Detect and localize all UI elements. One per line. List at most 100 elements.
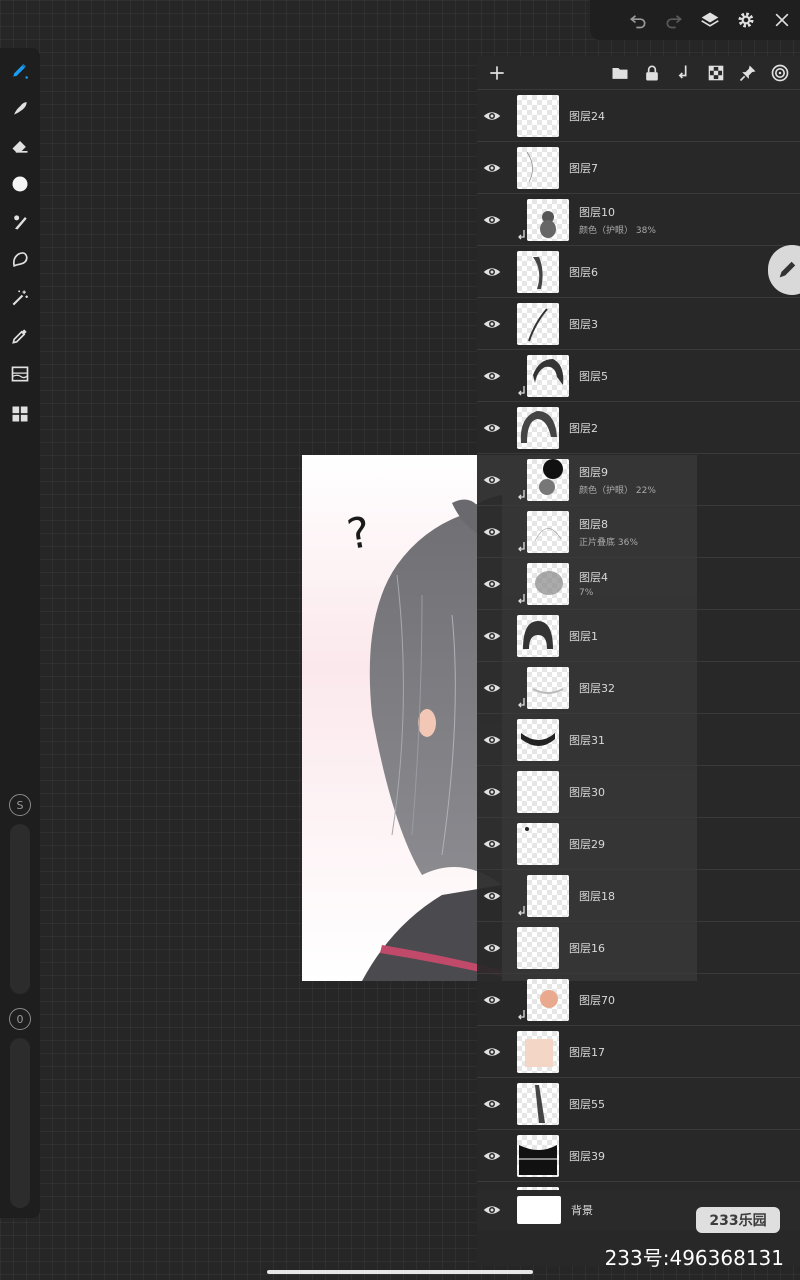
eye-icon: [483, 475, 501, 484]
undo-button[interactable]: [620, 0, 656, 40]
visibility-toggle[interactable]: [477, 107, 507, 125]
layer-thumbnail[interactable]: [517, 94, 559, 137]
layer-thumbnail[interactable]: [517, 1030, 559, 1073]
smudge-tool[interactable]: [8, 96, 32, 120]
layer-row[interactable]: 图层32: [477, 662, 800, 714]
visibility-toggle[interactable]: [477, 419, 507, 437]
visibility-toggle[interactable]: [477, 627, 507, 645]
layer-thumbnail[interactable]: [517, 614, 559, 657]
layer-row[interactable]: 图层9 颜色（护眼） 22%: [477, 454, 800, 506]
layer-row[interactable]: 图层39: [477, 1130, 800, 1182]
visibility-toggle[interactable]: [477, 159, 507, 177]
eyedropper-tool[interactable]: [8, 324, 32, 348]
visibility-toggle[interactable]: [477, 1095, 507, 1113]
layer-row[interactable]: 图层24: [477, 90, 800, 142]
gallery-tool[interactable]: [8, 402, 32, 426]
home-indicator[interactable]: [267, 1270, 533, 1274]
layer-name: 图层32: [579, 681, 615, 695]
eraser-icon: [12, 141, 28, 153]
visibility-toggle[interactable]: [477, 211, 507, 229]
adjust-tool[interactable]: [8, 362, 32, 386]
target-icon[interactable]: [770, 63, 790, 83]
visibility-toggle[interactable]: [477, 887, 507, 905]
layer-row[interactable]: 图层18: [477, 870, 800, 922]
visibility-toggle[interactable]: [477, 523, 507, 541]
layer-row[interactable]: 图层16: [477, 922, 800, 974]
layer-thumbnail[interactable]: [527, 354, 569, 397]
layer-thumbnail[interactable]: [517, 822, 559, 865]
visibility-toggle[interactable]: [477, 1043, 507, 1061]
visibility-toggle[interactable]: [477, 991, 507, 1009]
layer-thumbnail[interactable]: [527, 458, 569, 501]
layer-row[interactable]: 图层10 颜色（护眼） 38%: [477, 194, 800, 246]
layer-thumbnail[interactable]: [527, 510, 569, 553]
layer-row[interactable]: 图层55: [477, 1078, 800, 1130]
pin-icon[interactable]: [738, 63, 758, 83]
layer-row[interactable]: 图层3: [477, 298, 800, 350]
folder-icon[interactable]: [610, 63, 630, 83]
visibility-toggle[interactable]: [477, 367, 507, 385]
layer-thumbnail[interactable]: [517, 770, 559, 813]
layer-thumbnail[interactable]: [517, 1082, 559, 1125]
layer-thumbnail[interactable]: [517, 1134, 559, 1177]
eye-icon: [483, 787, 501, 796]
layer-thumbnail[interactable]: [517, 146, 559, 189]
brush-tool[interactable]: [8, 210, 32, 234]
visibility-toggle[interactable]: [477, 471, 507, 489]
opacity-slider[interactable]: [10, 1038, 30, 1208]
background-swatch[interactable]: [517, 1196, 561, 1224]
eye-icon: [483, 995, 501, 1004]
layer-row[interactable]: 图层7: [477, 142, 800, 194]
layer-row[interactable]: 图层8 正片叠底 36%: [477, 506, 800, 558]
layer-thumbnail[interactable]: [527, 666, 569, 709]
eraser-tool[interactable]: [8, 134, 32, 158]
visibility-toggle[interactable]: [477, 315, 507, 333]
layer-row[interactable]: 图层70: [477, 974, 800, 1026]
visibility-toggle[interactable]: [477, 783, 507, 801]
layer-thumbnail[interactable]: [517, 926, 559, 969]
brush-size-slider[interactable]: [10, 824, 30, 994]
layer-thumbnail[interactable]: [517, 302, 559, 345]
layer-row[interactable]: 图层30: [477, 766, 800, 818]
color-tool[interactable]: [8, 172, 32, 196]
layer-row[interactable]: 图层2: [477, 402, 800, 454]
layer-row[interactable]: 图层6: [477, 246, 800, 298]
close-button[interactable]: [764, 0, 800, 40]
redo-button[interactable]: [656, 0, 692, 40]
visibility-toggle[interactable]: [477, 835, 507, 853]
lasso-tool[interactable]: [8, 248, 32, 272]
visibility-toggle[interactable]: [477, 263, 507, 281]
layer-thumbnail[interactable]: [527, 874, 569, 917]
layer-thumbnail[interactable]: [517, 250, 559, 293]
layer-thumbnail[interactable]: [517, 718, 559, 761]
pen-tool[interactable]: [8, 58, 32, 82]
lock-icon[interactable]: [642, 63, 662, 83]
visibility-toggle[interactable]: [477, 679, 507, 697]
clip-mask-icon[interactable]: [674, 63, 694, 83]
visibility-toggle[interactable]: [477, 575, 507, 593]
smudge-icon: [14, 102, 27, 115]
settings-button[interactable]: [728, 0, 764, 40]
layer-row[interactable]: 图层5: [477, 350, 800, 402]
eye-icon: [483, 319, 501, 328]
layer-row[interactable]: 图层17: [477, 1026, 800, 1078]
layer-row[interactable]: 图层4 7%: [477, 558, 800, 610]
layer-row[interactable]: 图层29: [477, 818, 800, 870]
clip-arrow-icon: [518, 490, 525, 500]
layer-thumbnail[interactable]: [527, 978, 569, 1021]
layer-thumbnail[interactable]: [527, 198, 569, 241]
layers-button[interactable]: [692, 0, 728, 40]
clip-arrow-icon: [518, 594, 525, 604]
magic-wand-tool[interactable]: [8, 286, 32, 310]
layer-row[interactable]: 图层31: [477, 714, 800, 766]
visibility-toggle[interactable]: [477, 1201, 507, 1219]
add-layer-icon[interactable]: [487, 63, 507, 83]
visibility-toggle[interactable]: [477, 1147, 507, 1165]
checker-icon[interactable]: [706, 63, 726, 83]
visibility-toggle[interactable]: [477, 939, 507, 957]
visibility-toggle[interactable]: [477, 731, 507, 749]
eye-icon: [483, 735, 501, 744]
layer-thumbnail[interactable]: [527, 562, 569, 605]
layer-thumbnail[interactable]: [517, 406, 559, 449]
layer-row[interactable]: 图层1: [477, 610, 800, 662]
